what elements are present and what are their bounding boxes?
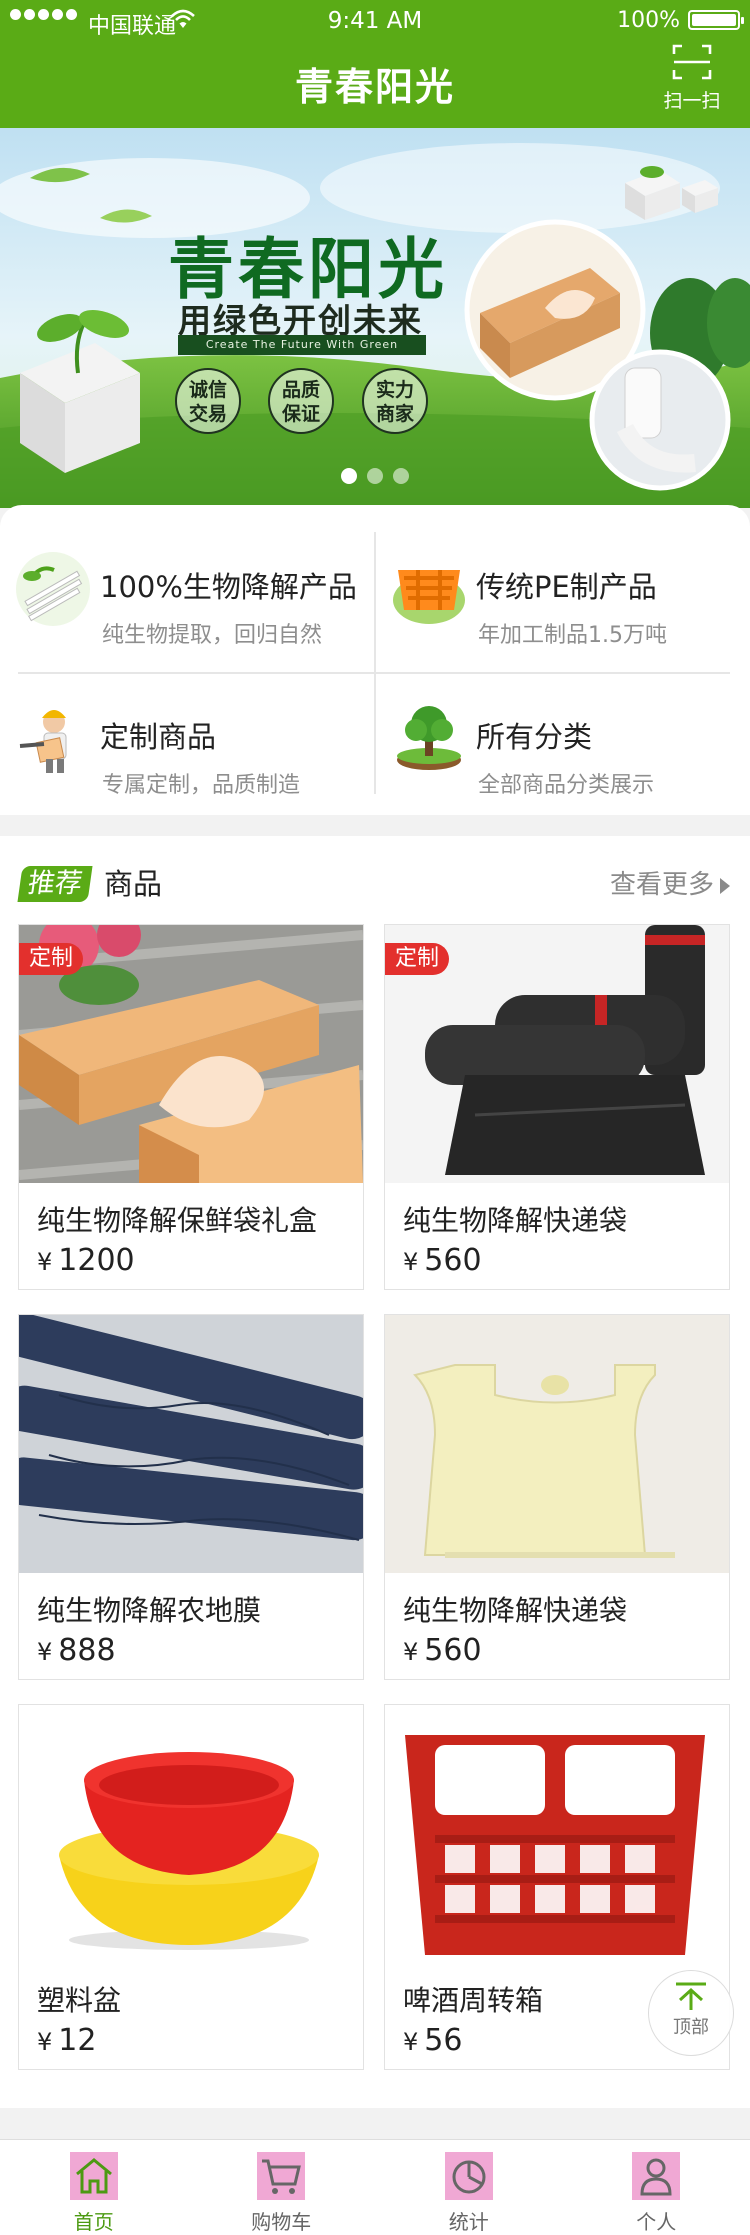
pie-chart-icon	[444, 2152, 493, 2200]
currency-symbol: ¥	[403, 1248, 419, 1276]
scan-label: 扫一扫	[663, 90, 721, 112]
carousel-dot[interactable]	[367, 468, 383, 484]
arrow-up-icon	[676, 1982, 706, 2010]
category-all[interactable]: 所有分类 全部商品分类展示	[376, 672, 750, 822]
section-title: 商品	[104, 867, 163, 901]
recommended-section: 推荐 商品 查看更多 定制 纯生物降解保鲜袋礼盒 ¥1200 定制 纯生物降解快…	[0, 836, 750, 2108]
chevron-right-icon	[720, 877, 730, 894]
page-title: 青春阳光	[294, 65, 455, 109]
product-image	[385, 1705, 729, 1963]
product-name: 纯生物降解保鲜袋礼盒	[37, 1204, 318, 1237]
badge-merchant: 实力 商家	[362, 368, 428, 434]
currency-symbol: ¥	[403, 1638, 419, 1666]
price-value: 560	[424, 1633, 482, 1668]
custom-tag: 定制	[19, 943, 84, 975]
category-custom[interactable]: 定制商品 专属定制，品质制造	[0, 672, 375, 822]
category-desc: 纯生物提取，回归自然	[102, 623, 323, 648]
app-header: 中国联通 9:41 AM 100% 青春阳光 扫一扫	[0, 0, 750, 128]
price-value: 1200	[58, 1243, 135, 1278]
badge-line: 交易	[188, 403, 227, 425]
badge-line: 诚信	[188, 379, 227, 401]
product-image	[19, 1705, 363, 1963]
product-price: ¥56	[403, 2023, 462, 2058]
hero-banner[interactable]: 青春阳光 用绿色开创未来 Create The Future With Gree…	[0, 128, 750, 508]
scan-button[interactable]: 扫一扫	[652, 44, 732, 124]
tab-statistics[interactable]: 统计	[375, 2140, 563, 2235]
view-more-label: 查看更多	[609, 870, 714, 900]
battery-icon	[688, 10, 744, 30]
product-price: ¥888	[37, 1633, 116, 1668]
category-biodegradable[interactable]: 100%生物降解产品 纯生物提取，回归自然	[0, 522, 375, 672]
category-title: 传统PE制产品	[476, 570, 657, 604]
tab-profile[interactable]: 个人	[563, 2140, 750, 2235]
product-price: ¥12	[37, 2023, 96, 2058]
product-price: ¥1200	[37, 1243, 135, 1278]
custom-worker-icon	[19, 710, 67, 773]
plastic-crate-icon	[393, 570, 465, 624]
bottom-tab-bar: 首页 购物车 统计 个人	[0, 2139, 750, 2235]
tree-icon	[397, 706, 461, 770]
price-value: 12	[58, 2023, 97, 2058]
status-bar: 中国联通 9:41 AM 100%	[0, 0, 750, 40]
product-card[interactable]: 塑料盆 ¥12	[18, 1704, 364, 2070]
category-title: 所有分类	[476, 720, 593, 754]
category-desc: 年加工制品1.5万吨	[478, 623, 667, 648]
tab-label: 首页	[73, 2210, 114, 2234]
product-image	[19, 1315, 363, 1573]
biodegradable-straws-icon	[16, 552, 90, 626]
currency-symbol: ¥	[37, 1638, 53, 1666]
carousel-dots[interactable]	[0, 468, 750, 484]
currency-symbol: ¥	[403, 2028, 419, 2056]
banner-english-slogan: Create The Future With Green	[178, 335, 426, 355]
product-image	[385, 1315, 729, 1573]
badge-quality: 品质 保证	[268, 368, 334, 434]
carousel-dot[interactable]	[341, 468, 357, 484]
product-name: 纯生物降解农地膜	[37, 1594, 262, 1627]
category-title: 100%生物降解产品	[100, 570, 357, 604]
badge-line: 保证	[281, 403, 320, 425]
price-value: 560	[424, 1243, 482, 1278]
badge-integrity: 诚信 交易	[175, 368, 241, 434]
scan-icon	[672, 44, 712, 80]
tab-label: 统计	[448, 2210, 489, 2234]
cart-icon	[257, 2152, 306, 2200]
back-to-top-button[interactable]: 顶部	[648, 1970, 734, 2056]
price-value: 888	[58, 1633, 116, 1668]
battery-percent: 100%	[617, 8, 680, 33]
product-price: ¥560	[403, 1243, 482, 1278]
badge-line: 品质	[281, 379, 320, 401]
carousel-dot[interactable]	[393, 468, 409, 484]
recommended-tag: 推荐	[17, 866, 93, 902]
product-name: 塑料盆	[37, 1984, 122, 2017]
product-card[interactable]: 纯生物降解农地膜 ¥888	[18, 1314, 364, 1680]
badge-line: 实力	[375, 379, 414, 401]
category-desc: 专属定制，品质制造	[102, 773, 301, 798]
product-price: ¥560	[403, 1633, 482, 1668]
back-to-top-label: 顶部	[673, 2017, 709, 2038]
view-more-link[interactable]: 查看更多	[610, 868, 730, 902]
tab-label: 个人	[636, 2210, 677, 2234]
badge-line: 商家	[375, 403, 414, 425]
product-name: 纯生物降解快递袋	[403, 1594, 628, 1627]
home-icon	[69, 2152, 118, 2200]
category-desc: 全部商品分类展示	[478, 773, 655, 798]
tab-home[interactable]: 首页	[0, 2140, 188, 2235]
product-name: 纯生物降解快递袋	[403, 1204, 628, 1237]
product-name: 啤酒周转箱	[403, 1984, 544, 2017]
tab-cart[interactable]: 购物车	[188, 2140, 376, 2235]
product-card[interactable]: 定制 纯生物降解保鲜袋礼盒 ¥1200	[18, 924, 364, 1290]
product-card[interactable]: 定制 纯生物降解快递袋 ¥560	[384, 924, 730, 1290]
currency-symbol: ¥	[37, 2028, 53, 2056]
price-value: 56	[424, 2023, 463, 2058]
custom-tag: 定制	[385, 943, 450, 975]
user-icon	[632, 2152, 681, 2200]
product-card[interactable]: 纯生物降解快递袋 ¥560	[384, 1314, 730, 1680]
tab-label: 购物车	[251, 2210, 312, 2234]
category-title: 定制商品	[100, 720, 217, 754]
currency-symbol: ¥	[37, 1248, 53, 1276]
category-pe-products[interactable]: 传统PE制产品 年加工制品1.5万吨	[376, 522, 750, 672]
